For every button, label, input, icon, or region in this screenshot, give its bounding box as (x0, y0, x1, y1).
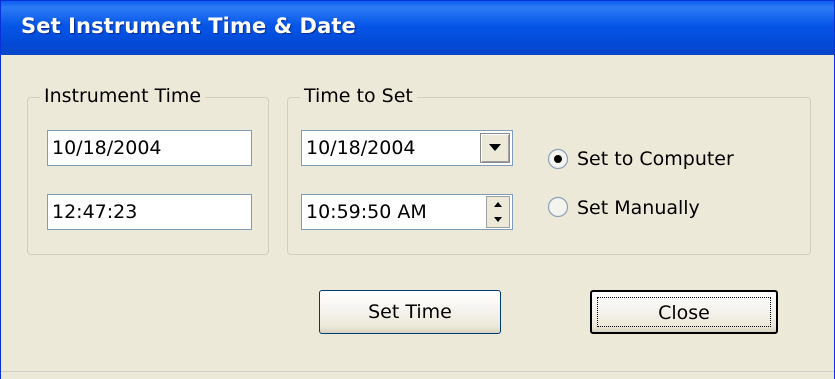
set-time-button-label: Set Time (368, 301, 452, 323)
set-time-field[interactable]: 10:59:50 AM (301, 194, 513, 230)
spin-down-icon (494, 217, 502, 222)
time-to-set-group: Time to Set (287, 85, 811, 255)
set-time-value: 10:59:50 AM (306, 201, 427, 223)
close-button-label: Close (658, 302, 710, 324)
instrument-time-group-label: Instrument Time (40, 85, 206, 107)
set-manually-radio[interactable] (547, 196, 569, 218)
title-bar[interactable]: Set Instrument Time & Date (1, 1, 834, 55)
set-manually-label[interactable]: Set Manually (577, 197, 700, 219)
time-to-set-group-label: Time to Set (300, 85, 417, 107)
spin-up-icon (494, 202, 502, 207)
instrument-date-field[interactable]: 10/18/2004 (47, 130, 252, 166)
instrument-time-group: Instrument Time (27, 85, 269, 255)
window-title: Set Instrument Time & Date (21, 14, 356, 38)
set-to-computer-radio[interactable] (547, 148, 569, 170)
time-spinner[interactable] (486, 196, 510, 228)
chevron-down-icon (489, 144, 501, 151)
set-time-button[interactable]: Set Time (319, 290, 501, 334)
close-button[interactable]: Close (590, 290, 778, 334)
window-bottom-border (1, 371, 834, 379)
set-date-value: 10/18/2004 (306, 137, 416, 159)
date-dropdown-button[interactable] (480, 133, 510, 163)
instrument-time-field[interactable]: 12:47:23 (47, 194, 252, 230)
dialog-window: Set Instrument Time & Date Instrument Ti… (0, 0, 835, 379)
spin-down-button[interactable] (487, 212, 509, 227)
radio-unchecked-icon (547, 196, 569, 218)
radio-checked-icon (547, 148, 569, 170)
set-to-computer-label[interactable]: Set to Computer (577, 148, 734, 170)
spin-up-button[interactable] (487, 197, 509, 212)
